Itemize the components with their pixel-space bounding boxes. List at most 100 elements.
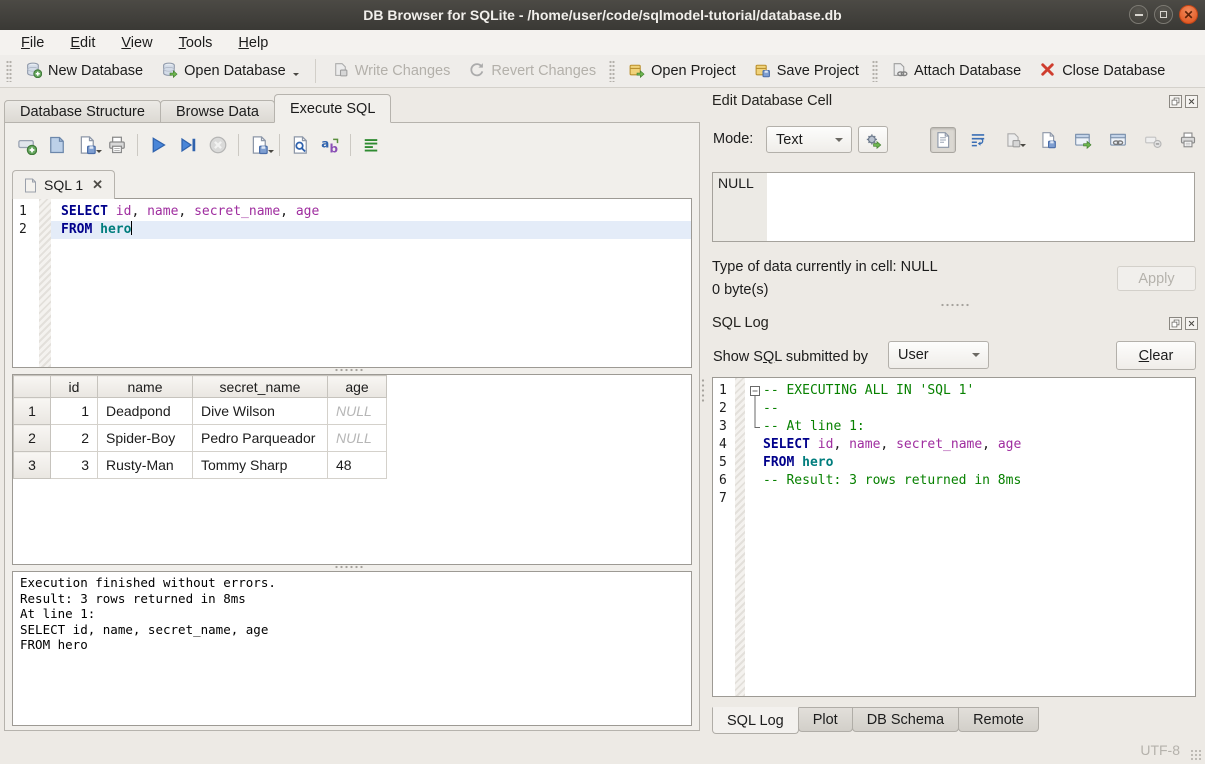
column-header-id[interactable]: id <box>51 376 98 398</box>
open-project-button[interactable]: Open Project <box>619 57 745 86</box>
minimize-button[interactable] <box>1129 5 1148 24</box>
cell-editor-toolbar <box>930 127 1201 153</box>
cell[interactable]: Dive Wilson <box>193 398 328 425</box>
cell[interactable]: Deadpond <box>98 398 193 425</box>
sql-log-view[interactable]: 1-- EXECUTING ALL IN 'SQL 1'2--3-- At li… <box>712 377 1196 697</box>
text-doc-button[interactable] <box>930 127 956 153</box>
execute-all-button[interactable] <box>143 132 173 159</box>
cell-value-editor[interactable]: NULL <box>712 172 1195 242</box>
code-text: FROM hero <box>763 455 833 470</box>
editor-line: 1SELECT id, name, secret_name, age <box>13 203 691 221</box>
new-tab-button[interactable] <box>12 132 42 159</box>
close-icon[interactable] <box>1185 95 1198 108</box>
close-tab-icon[interactable]: ✕ <box>92 177 103 193</box>
replace-icon: ab <box>320 135 340 155</box>
apply-settings-button[interactable] <box>858 126 888 153</box>
submitted-by-select[interactable]: User <box>888 341 989 369</box>
set-null-button[interactable] <box>1140 127 1166 153</box>
open-external-button[interactable] <box>1070 127 1096 153</box>
tab-browse-data[interactable]: Browse Data <box>160 100 275 123</box>
export-data-button[interactable] <box>1035 127 1061 153</box>
column-header-age[interactable]: age <box>328 376 387 398</box>
export-data-icon <box>1039 131 1057 149</box>
chevron-down-icon <box>835 138 843 146</box>
tab-database-structure[interactable]: Database Structure <box>4 100 161 123</box>
open-database-button[interactable]: Open Database <box>152 57 308 86</box>
column-header-secret_name[interactable]: secret_name <box>193 376 328 398</box>
word-wrap-button[interactable] <box>965 127 991 153</box>
fold-marker-icon[interactable] <box>747 382 763 400</box>
cell[interactable]: 48 <box>328 452 387 479</box>
mode-select[interactable]: Text <box>766 126 852 153</box>
maximize-button[interactable] <box>1154 5 1173 24</box>
cell[interactable]: 2 <box>51 425 98 452</box>
attach-database-button[interactable]: Attach Database <box>882 57 1030 86</box>
copy-link-button[interactable] <box>1105 127 1131 153</box>
code-text: -- <box>763 401 779 416</box>
new-database-icon <box>25 61 42 82</box>
save-sql-file-button[interactable] <box>72 132 102 159</box>
cell[interactable]: NULL <box>328 425 387 452</box>
titlebar[interactable]: DB Browser for SQLite - /home/user/code/… <box>0 0 1205 31</box>
toolbar-label: Write Changes <box>355 63 451 79</box>
replace-button[interactable]: ab <box>315 132 345 159</box>
print-button[interactable] <box>1175 127 1201 153</box>
corner-header[interactable] <box>14 376 51 398</box>
clear-button[interactable]: Clear <box>1116 341 1196 370</box>
cell[interactable]: NULL <box>328 398 387 425</box>
write-changes-button[interactable]: Write Changes <box>323 57 460 86</box>
tab-db-schema[interactable]: DB Schema <box>852 707 959 732</box>
execution-message: Execution finished without errors. Resul… <box>12 571 692 726</box>
import-data-button[interactable] <box>1000 127 1026 153</box>
float-icon[interactable] <box>1169 317 1182 330</box>
find-button[interactable] <box>285 132 315 159</box>
cell[interactable]: Tommy Sharp <box>193 452 328 479</box>
cell[interactable]: 3 <box>51 452 98 479</box>
attach-database-icon <box>891 61 908 82</box>
tab-remote[interactable]: Remote <box>958 707 1039 732</box>
revert-changes-button[interactable]: Revert Changes <box>459 57 605 86</box>
stop-button[interactable] <box>203 132 233 159</box>
row-header[interactable]: 2 <box>14 425 51 452</box>
results-grid[interactable]: idnamesecret_nameage11DeadpondDive Wilso… <box>12 374 692 565</box>
format-button[interactable] <box>356 132 386 159</box>
tab-sql-1[interactable]: SQL 1 ✕ <box>12 170 115 199</box>
row-header[interactable]: 1 <box>14 398 51 425</box>
column-header-name[interactable]: name <box>98 376 193 398</box>
close-database-button[interactable]: Close Database <box>1030 57 1174 86</box>
save-project-button[interactable]: Save Project <box>745 57 868 86</box>
results-message-splitter[interactable] <box>334 565 364 570</box>
menu-tools[interactable]: Tools <box>166 32 226 54</box>
menu-edit[interactable]: Edit <box>57 32 108 54</box>
editor-results-splitter[interactable] <box>334 368 364 373</box>
new-database-button[interactable]: New Database <box>16 57 152 86</box>
dock-splitter[interactable] <box>940 303 970 308</box>
token: -- EXECUTING ALL IN 'SQL 1' <box>763 383 974 398</box>
row-header[interactable]: 3 <box>14 452 51 479</box>
close-button[interactable]: ✕ <box>1179 5 1198 24</box>
tab-execute-sql[interactable]: Execute SQL <box>274 94 391 123</box>
line-number: 5 <box>719 454 733 472</box>
cell[interactable]: Pedro Parqueador <box>193 425 328 452</box>
print-button[interactable] <box>102 132 132 159</box>
tab-plot[interactable]: Plot <box>798 707 853 732</box>
close-icon[interactable] <box>1185 317 1198 330</box>
float-icon[interactable] <box>1169 95 1182 108</box>
menu-help[interactable]: Help <box>225 32 281 54</box>
tab-sql-log[interactable]: SQL Log <box>712 707 799 734</box>
menu-file[interactable]: File <box>8 32 57 54</box>
sql-editor[interactable]: 1SELECT id, name, secret_name, age2FROM … <box>12 198 692 368</box>
resize-grip[interactable] <box>1190 749 1202 761</box>
apply-button[interactable]: Apply <box>1117 266 1196 291</box>
menu-view[interactable]: View <box>108 32 165 54</box>
panel-splitter[interactable] <box>701 378 706 404</box>
code-text: SELECT id, name, secret_name, age <box>61 204 319 219</box>
cell[interactable]: Rusty-Man <box>98 452 193 479</box>
save-results-button[interactable] <box>244 132 274 159</box>
edit-cell-title: Edit Database Cell <box>712 93 832 109</box>
cell[interactable]: Spider-Boy <box>98 425 193 452</box>
execute-line-button[interactable] <box>173 132 203 159</box>
cell-null-label: NULL <box>713 173 767 241</box>
cell[interactable]: 1 <box>51 398 98 425</box>
open-sql-file-button[interactable] <box>42 132 72 159</box>
